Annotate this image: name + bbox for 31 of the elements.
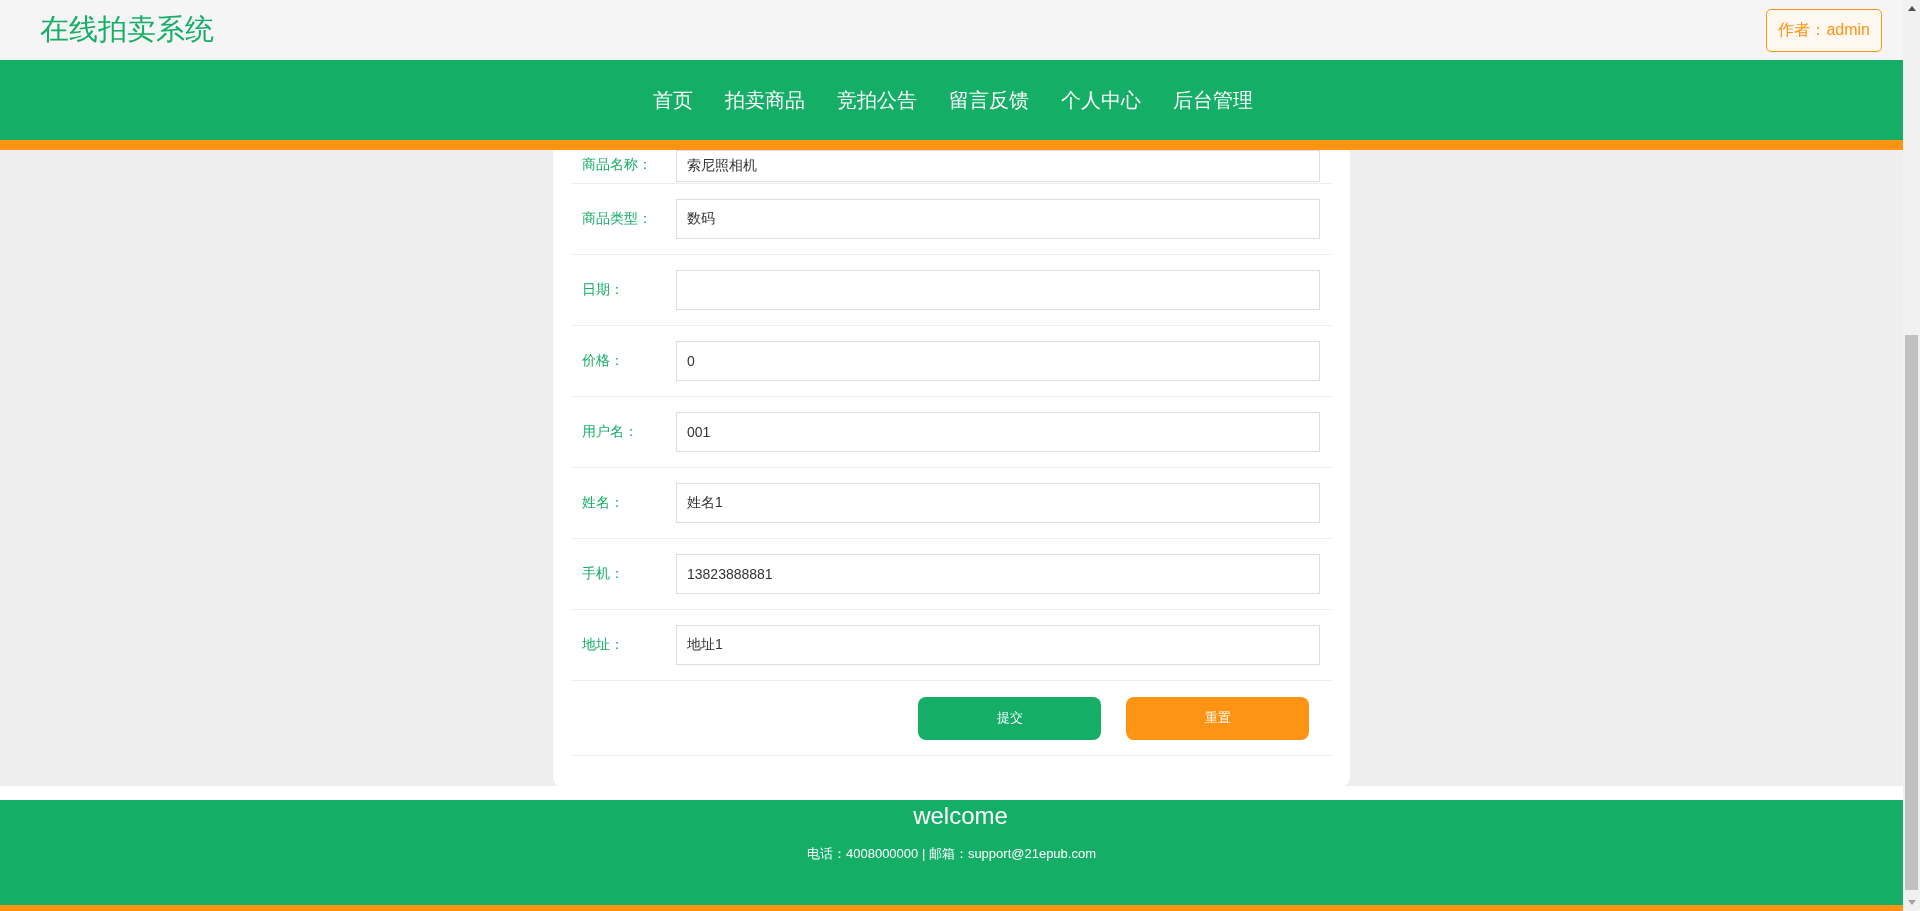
input-field[interactable]: 0 xyxy=(676,341,1320,381)
field-label: 姓名： xyxy=(581,494,625,512)
nav-link[interactable]: 首页 xyxy=(652,86,693,114)
submit-button[interactable]: 提交 xyxy=(918,696,1101,740)
field-label: 价格： xyxy=(581,352,625,370)
nav-link[interactable]: 竞拍公告 xyxy=(836,86,917,114)
input-field[interactable] xyxy=(676,270,1320,310)
input-field[interactable]: 姓名1 xyxy=(676,483,1320,523)
input-field[interactable]: 索尼照相机 xyxy=(676,150,1320,182)
field-label: 手机： xyxy=(581,565,625,583)
field-label: 商品类型： xyxy=(581,210,653,228)
footer-title: welcome xyxy=(913,802,1008,830)
site-title: 在线拍卖系统 xyxy=(40,12,214,47)
nav-link[interactable]: 留言反馈 xyxy=(948,86,1029,114)
field-label: 用户名： xyxy=(581,423,639,441)
field-label: 日期： xyxy=(581,281,625,299)
nav-link[interactable]: 个人中心 xyxy=(1060,86,1141,114)
contact-info: 电话：4008000000 | 邮箱：support@21epub.com xyxy=(807,845,1096,863)
nav-link[interactable]: 拍卖商品 xyxy=(724,86,805,114)
input-field[interactable]: 13823888881 xyxy=(676,554,1320,594)
author-badge: 作者：admin xyxy=(1766,8,1882,52)
field-label: 地址： xyxy=(581,636,625,654)
scroll-down-icon[interactable] xyxy=(1907,900,1916,905)
nav-link[interactable]: 后台管理 xyxy=(1172,86,1253,114)
reset-button[interactable]: 重置 xyxy=(1126,696,1309,740)
input-field[interactable]: 数码 xyxy=(676,199,1320,239)
scrollbar-thumb[interactable] xyxy=(1905,335,1918,890)
input-field[interactable]: 地址1 xyxy=(676,625,1320,665)
scroll-up-icon[interactable] xyxy=(1907,6,1916,11)
field-label: 商品名称： xyxy=(581,156,653,174)
input-field[interactable]: 001 xyxy=(676,412,1320,452)
